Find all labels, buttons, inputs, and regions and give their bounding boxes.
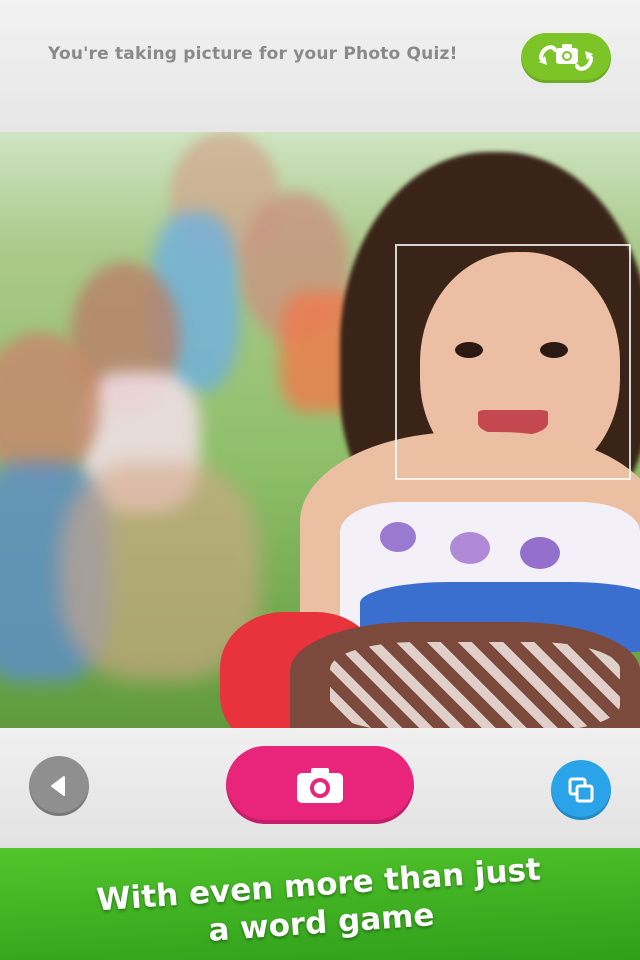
dress-flower (450, 532, 490, 564)
banner-text: With even more than just a word game (0, 848, 640, 960)
gallery-button[interactable] (551, 760, 611, 820)
flip-camera-button[interactable] (521, 33, 611, 83)
triangle-left-icon (51, 776, 65, 796)
top-bar: You're taking picture for your Photo Qui… (0, 0, 640, 132)
camera-icon (297, 768, 343, 803)
camera-controls (0, 728, 640, 848)
take-photo-button[interactable] (226, 746, 414, 824)
face-detection-frame (395, 244, 631, 480)
dress-flower (520, 537, 560, 569)
gallery-icon (568, 777, 594, 803)
camera-viewfinder[interactable] (0, 132, 640, 728)
dress-flower (380, 522, 416, 552)
blanket-pattern (330, 642, 620, 728)
back-button[interactable] (29, 756, 89, 816)
header-title: You're taking picture for your Photo Qui… (48, 44, 458, 64)
promo-banner: With even more than just a word game (0, 848, 640, 960)
camera-flip-icon (539, 44, 593, 71)
